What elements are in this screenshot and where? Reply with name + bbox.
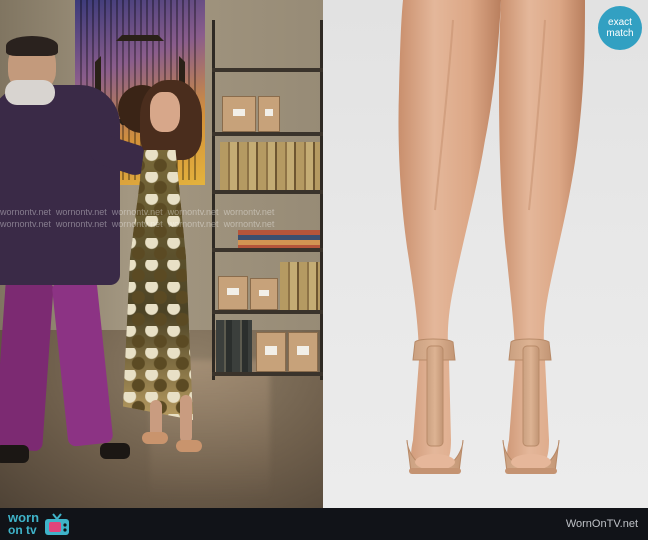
watermark-repeat: wornontv.net wornontv.net wornontv.net w… [0, 207, 275, 229]
shelf-board [212, 132, 323, 136]
woman-leg [180, 395, 192, 443]
tv-icon [45, 513, 70, 535]
badge-line2: match [606, 28, 634, 39]
footer-bar: worn on tv WornOnTV.net [0, 508, 648, 540]
man-hair [6, 36, 58, 56]
man-shoe [100, 443, 130, 459]
book-row [280, 262, 320, 310]
product-image [323, 0, 648, 508]
woman-sandal [142, 432, 168, 444]
man-shoe [0, 445, 29, 463]
book-row [220, 142, 320, 190]
shelf-board [212, 248, 323, 252]
storage-box [256, 332, 286, 372]
storage-box [250, 278, 278, 310]
sandals-illustration [398, 0, 585, 474]
storage-box [288, 332, 318, 372]
logo-line2: on tv [8, 523, 37, 537]
shelf-post [212, 20, 215, 380]
site-name: WornOnTV.net [565, 518, 638, 530]
logo-text: worn on tv [8, 511, 39, 537]
storage-box [218, 276, 248, 310]
man-jacket [0, 85, 120, 285]
woman-face [150, 92, 180, 132]
shelf-board [212, 372, 323, 376]
wornontv-logo[interactable]: worn on tv [8, 508, 71, 540]
book-row [216, 320, 252, 372]
storage-box [258, 96, 280, 132]
shelf-board [212, 310, 323, 314]
badge-line1: exact [608, 17, 632, 28]
exact-match-badge: exact match [598, 6, 642, 50]
shelf-board [212, 68, 323, 72]
storage-box [222, 96, 256, 132]
shelf-board [212, 190, 323, 194]
bookshelf [212, 20, 323, 380]
tv-scene-image: wornontv.net wornontv.net wornontv.net w… [0, 0, 323, 508]
man-scarf [5, 80, 55, 105]
woman-sandal [176, 440, 202, 452]
